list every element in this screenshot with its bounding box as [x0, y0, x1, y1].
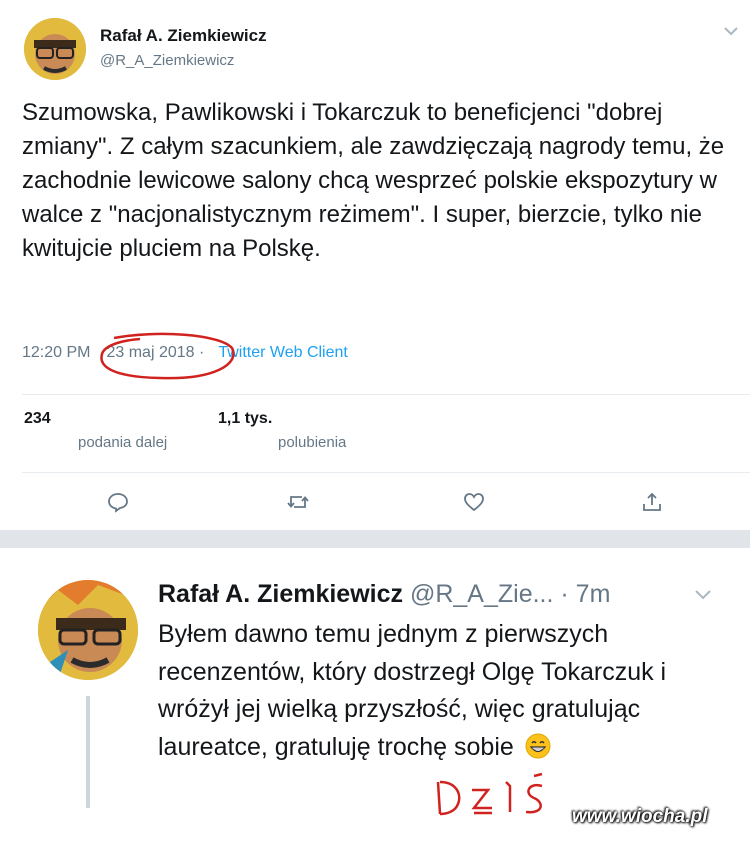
reply-icon[interactable]: [106, 490, 130, 514]
thread-line: [86, 696, 90, 808]
red-circle-annotation: [100, 332, 235, 380]
divider: [22, 394, 750, 395]
author-name[interactable]: Rafał A. Ziemkiewicz: [100, 26, 267, 46]
reply-text: Byłem dawno temu jednym z pierwszych rec…: [158, 620, 667, 761]
reply-age[interactable]: · 7m: [560, 580, 610, 608]
reply-author-name[interactable]: Rafał A. Ziemkiewicz: [158, 580, 403, 608]
chevron-down-icon[interactable]: [722, 22, 740, 40]
share-icon[interactable]: [640, 490, 664, 514]
grinning-face-icon: [525, 733, 551, 758]
like-icon[interactable]: [462, 490, 486, 514]
tweet-time[interactable]: 12:20 PM: [22, 344, 90, 361]
likes-count[interactable]: 1,1 tys.: [218, 410, 272, 428]
tweet-text: Szumowska, Pawlikowski i Tokarczuk to be…: [22, 99, 725, 262]
chevron-down-icon[interactable]: [692, 584, 714, 606]
handwritten-annotation: [436, 772, 543, 816]
reply-header: Rafał A. Ziemkiewicz @R_A_Zie... · 7m: [158, 580, 610, 609]
watermark: www.wiocha.pl: [572, 806, 708, 827]
author-avatar[interactable]: [24, 18, 86, 80]
tweet-client-link[interactable]: Twitter Web Client: [218, 344, 348, 361]
likes-label[interactable]: polubienia: [278, 434, 346, 451]
retweet-icon[interactable]: [286, 490, 310, 514]
avatar-illustration: [24, 18, 86, 80]
reply-author-handle[interactable]: @R_A_Zie...: [410, 580, 553, 608]
author-handle[interactable]: @R_A_Ziemkiewicz: [100, 52, 234, 69]
reply-author-avatar[interactable]: [38, 580, 138, 680]
screenshot-separator: [0, 530, 750, 548]
retweets-label[interactable]: podania dalej: [78, 434, 167, 451]
avatar-illustration: [38, 580, 138, 680]
divider: [22, 472, 750, 473]
retweets-count[interactable]: 234: [24, 410, 51, 428]
reply-text-block: Byłem dawno temu jednym z pierwszych rec…: [158, 616, 718, 766]
